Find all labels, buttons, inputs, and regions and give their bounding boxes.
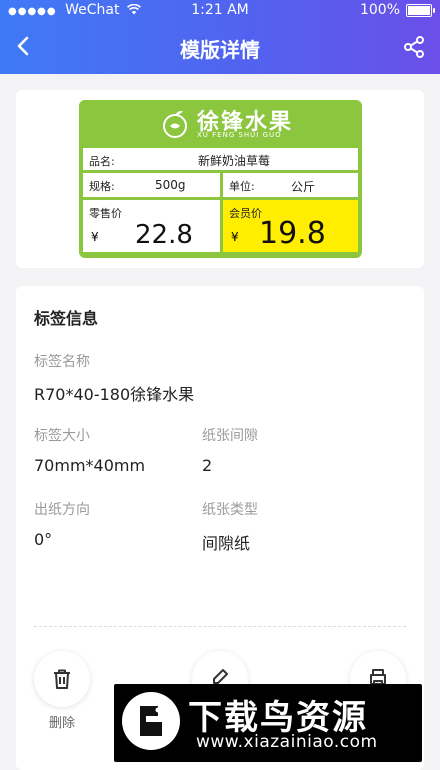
output-direction-value: 0° (34, 530, 53, 549)
product-label: 品名: (89, 155, 115, 168)
watermark-url: www.xiazainiao.com (196, 732, 378, 752)
label-size-value: 70mm*40mm (34, 456, 146, 475)
share-button[interactable] (402, 35, 426, 59)
battery-info: 100% (359, 2, 435, 18)
member-label: 会员价 (229, 207, 262, 220)
price-tag-preview: 徐锋水果 XU FENG SHUI GUO 品名: 新鲜奶油草莓 规格: 500… (79, 100, 362, 258)
page-title: 模版详情 (180, 38, 260, 62)
header-bar: ●●●●● WeChat 1:21 AM 100% 模版详情 (0, 0, 440, 74)
retail-label: 零售价 (89, 207, 122, 220)
member-price-box: 会员价 ¥ 19.8 (223, 200, 358, 252)
label-name-label: 标签名称 (34, 354, 90, 370)
product-row: 品名: 新鲜奶油草莓 (83, 148, 358, 170)
retail-price-box: 零售价 ¥ 22.8 (83, 200, 220, 252)
delete-label: 删除 (48, 716, 75, 731)
fruit-logo-icon (163, 110, 187, 138)
retail-price: 22.8 (135, 220, 193, 250)
delete-button[interactable] (34, 651, 90, 707)
output-direction-label: 出纸方向 (34, 502, 90, 518)
watermark-banner: 下载鸟资源 www.xiazainiao.com (114, 684, 422, 762)
spec-label: 规格: (89, 180, 115, 193)
member-currency: ¥ (231, 230, 239, 244)
paper-type-value: 间隙纸 (202, 534, 251, 553)
retail-currency: ¥ (91, 230, 99, 244)
label-size-label: 标签大小 (34, 428, 90, 444)
product-name: 新鲜奶油草莓 (198, 154, 271, 168)
unit-label: 单位: (229, 180, 255, 193)
spec-value: 500g (155, 178, 186, 192)
brand-header: 徐锋水果 XU FENG SHUI GUO (79, 104, 362, 144)
paper-gap-label: 纸张间隙 (202, 428, 258, 444)
unit-row: 单位: 公斤 (223, 173, 358, 197)
dashed-divider (34, 626, 406, 627)
label-preview-card: 徐锋水果 XU FENG SHUI GUO 品名: 新鲜奶油草莓 规格: 500… (16, 90, 424, 268)
battery-percent: 100% (359, 2, 400, 18)
battery-icon (406, 3, 435, 17)
brand-subtitle: XU FENG SHUI GUO (197, 131, 282, 139)
share-icon (404, 36, 424, 58)
member-price: 19.8 (259, 216, 326, 251)
paper-gap-value: 2 (202, 456, 213, 475)
label-name-value: R70*40-180徐锋水果 (34, 385, 195, 404)
unit-value: 公斤 (291, 180, 316, 194)
section-title: 标签信息 (34, 309, 99, 328)
spec-row: 规格: 500g (83, 173, 220, 197)
trash-icon (54, 669, 70, 689)
bird-logo-icon (140, 706, 162, 736)
status-bar: ●●●●● WeChat 1:21 AM 100% (0, 2, 440, 22)
paper-type-label: 纸张类型 (202, 502, 258, 518)
watermark-logo (122, 692, 180, 750)
